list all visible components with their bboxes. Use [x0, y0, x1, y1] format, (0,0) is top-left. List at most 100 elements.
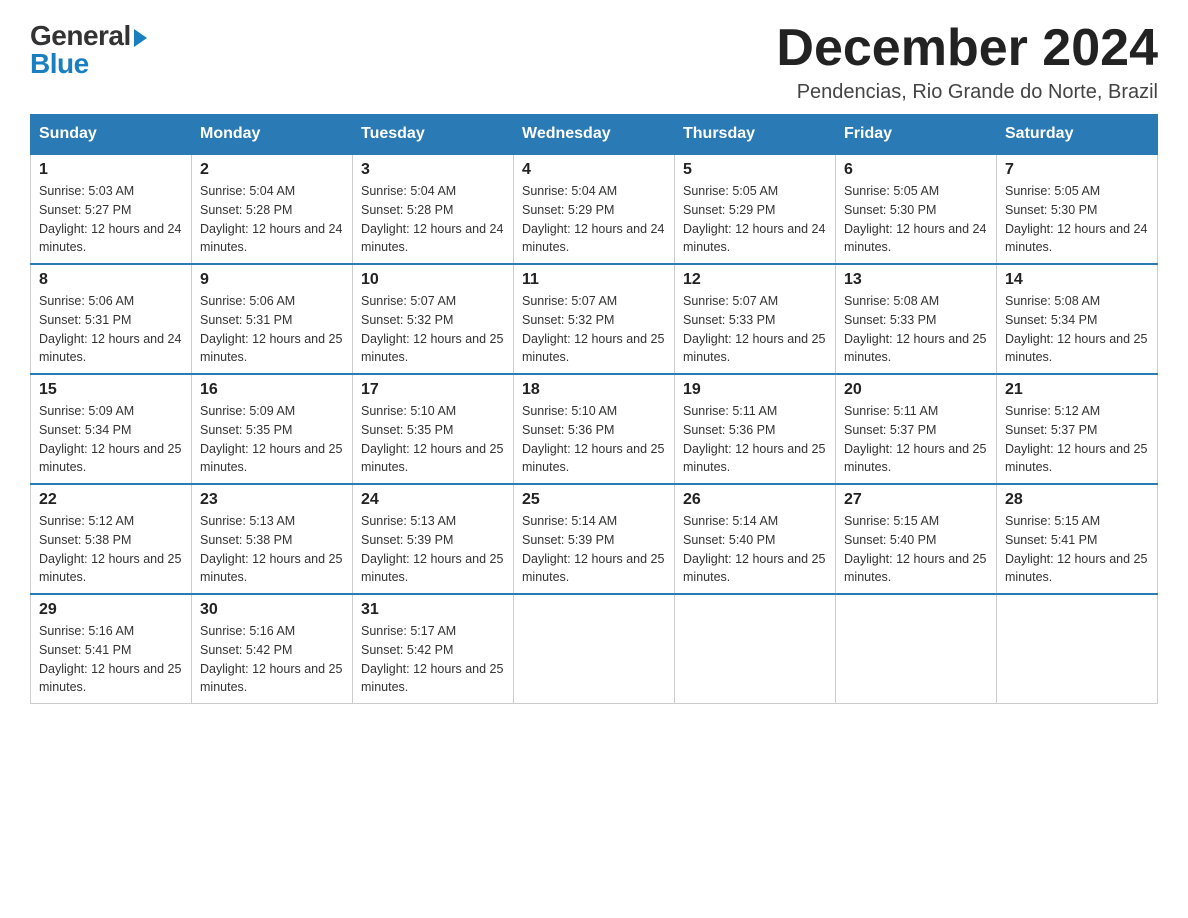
day-info: Sunrise: 5:11 AMSunset: 5:37 PMDaylight:…	[844, 402, 988, 477]
calendar-cell: 13 Sunrise: 5:08 AMSunset: 5:33 PMDayligh…	[836, 264, 997, 374]
calendar-week-row: 22 Sunrise: 5:12 AMSunset: 5:38 PMDayligh…	[31, 484, 1158, 594]
calendar-cell: 26 Sunrise: 5:14 AMSunset: 5:40 PMDayligh…	[675, 484, 836, 594]
title-section: December 2024 Pendencias, Rio Grande do …	[776, 20, 1158, 104]
day-number: 15	[39, 381, 183, 399]
day-number: 1	[39, 161, 183, 179]
day-info: Sunrise: 5:04 AMSunset: 5:28 PMDaylight:…	[361, 182, 505, 257]
location-title: Pendencias, Rio Grande do Norte, Brazil	[776, 81, 1158, 104]
header-saturday: Saturday	[997, 115, 1158, 155]
day-info: Sunrise: 5:12 AMSunset: 5:38 PMDaylight:…	[39, 512, 183, 587]
calendar-table: SundayMondayTuesdayWednesdayThursdayFrid…	[30, 114, 1158, 704]
header-tuesday: Tuesday	[353, 115, 514, 155]
logo-blue-text: Blue	[30, 48, 89, 80]
calendar-cell: 19Sunrise: 5:11 AMSunset: 5:36 PMDayligh…	[675, 374, 836, 484]
calendar-cell: 8 Sunrise: 5:06 AMSunset: 5:31 PMDaylight…	[31, 264, 192, 374]
day-info: Sunrise: 5:08 AMSunset: 5:33 PMDaylight:…	[844, 292, 988, 367]
month-title: December 2024	[776, 20, 1158, 77]
day-number: 7	[1005, 161, 1149, 179]
calendar-cell	[836, 594, 997, 704]
calendar-week-row: 8 Sunrise: 5:06 AMSunset: 5:31 PMDaylight…	[31, 264, 1158, 374]
calendar-cell: 14Sunrise: 5:08 AMSunset: 5:34 PMDayligh…	[997, 264, 1158, 374]
day-info: Sunrise: 5:13 AMSunset: 5:39 PMDaylight:…	[361, 512, 505, 587]
day-number: 3	[361, 161, 505, 179]
day-number: 5	[683, 161, 827, 179]
day-number: 21	[1005, 381, 1149, 399]
day-number: 6	[844, 161, 988, 179]
day-number: 22	[39, 491, 183, 509]
day-info: Sunrise: 5:16 AMSunset: 5:42 PMDaylight:…	[200, 622, 344, 697]
day-info: Sunrise: 5:06 AMSunset: 5:31 PMDaylight:…	[39, 292, 183, 367]
day-info: Sunrise: 5:09 AMSunset: 5:35 PMDaylight:…	[200, 402, 344, 477]
calendar-cell: 15 Sunrise: 5:09 AMSunset: 5:34 PMDayligh…	[31, 374, 192, 484]
header-sunday: Sunday	[31, 115, 192, 155]
calendar-cell: 11 Sunrise: 5:07 AMSunset: 5:32 PMDayligh…	[514, 264, 675, 374]
day-info: Sunrise: 5:05 AMSunset: 5:30 PMDaylight:…	[1005, 182, 1149, 257]
day-info: Sunrise: 5:05 AMSunset: 5:29 PMDaylight:…	[683, 182, 827, 257]
day-number: 14	[1005, 271, 1149, 289]
header-wednesday: Wednesday	[514, 115, 675, 155]
day-number: 4	[522, 161, 666, 179]
day-info: Sunrise: 5:15 AMSunset: 5:41 PMDaylight:…	[1005, 512, 1149, 587]
calendar-cell: 24 Sunrise: 5:13 AMSunset: 5:39 PMDayligh…	[353, 484, 514, 594]
calendar-cell: 12 Sunrise: 5:07 AMSunset: 5:33 PMDayligh…	[675, 264, 836, 374]
calendar-cell: 2Sunrise: 5:04 AMSunset: 5:28 PMDaylight…	[192, 154, 353, 264]
day-number: 11	[522, 271, 666, 289]
day-number: 20	[844, 381, 988, 399]
calendar-cell: 30Sunrise: 5:16 AMSunset: 5:42 PMDayligh…	[192, 594, 353, 704]
day-info: Sunrise: 5:15 AMSunset: 5:40 PMDaylight:…	[844, 512, 988, 587]
day-number: 26	[683, 491, 827, 509]
calendar-week-row: 1 Sunrise: 5:03 AMSunset: 5:27 PMDaylight…	[31, 154, 1158, 264]
calendar-cell: 29 Sunrise: 5:16 AMSunset: 5:41 PMDayligh…	[31, 594, 192, 704]
day-number: 13	[844, 271, 988, 289]
day-info: Sunrise: 5:14 AMSunset: 5:40 PMDaylight:…	[683, 512, 827, 587]
calendar-cell: 7 Sunrise: 5:05 AMSunset: 5:30 PMDaylight…	[997, 154, 1158, 264]
header-monday: Monday	[192, 115, 353, 155]
day-info: Sunrise: 5:06 AMSunset: 5:31 PMDaylight:…	[200, 292, 344, 367]
calendar-cell: 23 Sunrise: 5:13 AMSunset: 5:38 PMDayligh…	[192, 484, 353, 594]
day-number: 31	[361, 601, 505, 619]
calendar-cell	[997, 594, 1158, 704]
day-number: 12	[683, 271, 827, 289]
day-number: 19	[683, 381, 827, 399]
page-header: General Blue December 2024 Pendencias, R…	[30, 20, 1158, 104]
calendar-cell: 22 Sunrise: 5:12 AMSunset: 5:38 PMDayligh…	[31, 484, 192, 594]
calendar-cell: 21 Sunrise: 5:12 AMSunset: 5:37 PMDayligh…	[997, 374, 1158, 484]
calendar-cell: 18 Sunrise: 5:10 AMSunset: 5:36 PMDayligh…	[514, 374, 675, 484]
day-number: 8	[39, 271, 183, 289]
calendar-cell: 9Sunrise: 5:06 AMSunset: 5:31 PMDaylight…	[192, 264, 353, 374]
day-info: Sunrise: 5:10 AMSunset: 5:35 PMDaylight:…	[361, 402, 505, 477]
header-friday: Friday	[836, 115, 997, 155]
day-info: Sunrise: 5:07 AMSunset: 5:32 PMDaylight:…	[361, 292, 505, 367]
calendar-cell: 31Sunrise: 5:17 AMSunset: 5:42 PMDayligh…	[353, 594, 514, 704]
day-info: Sunrise: 5:04 AMSunset: 5:28 PMDaylight:…	[200, 182, 344, 257]
day-info: Sunrise: 5:03 AMSunset: 5:27 PMDaylight:…	[39, 182, 183, 257]
day-number: 28	[1005, 491, 1149, 509]
day-info: Sunrise: 5:12 AMSunset: 5:37 PMDaylight:…	[1005, 402, 1149, 477]
day-number: 24	[361, 491, 505, 509]
calendar-cell: 25 Sunrise: 5:14 AMSunset: 5:39 PMDayligh…	[514, 484, 675, 594]
calendar-cell: 6Sunrise: 5:05 AMSunset: 5:30 PMDaylight…	[836, 154, 997, 264]
calendar-cell: 10Sunrise: 5:07 AMSunset: 5:32 PMDayligh…	[353, 264, 514, 374]
day-number: 18	[522, 381, 666, 399]
calendar-cell: 3 Sunrise: 5:04 AMSunset: 5:28 PMDaylight…	[353, 154, 514, 264]
calendar-cell	[675, 594, 836, 704]
calendar-cell: 20 Sunrise: 5:11 AMSunset: 5:37 PMDayligh…	[836, 374, 997, 484]
day-number: 29	[39, 601, 183, 619]
day-info: Sunrise: 5:09 AMSunset: 5:34 PMDaylight:…	[39, 402, 183, 477]
day-info: Sunrise: 5:07 AMSunset: 5:33 PMDaylight:…	[683, 292, 827, 367]
day-number: 17	[361, 381, 505, 399]
day-number: 23	[200, 491, 344, 509]
day-info: Sunrise: 5:16 AMSunset: 5:41 PMDaylight:…	[39, 622, 183, 697]
calendar-week-row: 15 Sunrise: 5:09 AMSunset: 5:34 PMDayligh…	[31, 374, 1158, 484]
calendar-cell	[514, 594, 675, 704]
logo: General Blue	[30, 20, 147, 80]
day-info: Sunrise: 5:14 AMSunset: 5:39 PMDaylight:…	[522, 512, 666, 587]
calendar-cell: 28 Sunrise: 5:15 AMSunset: 5:41 PMDayligh…	[997, 484, 1158, 594]
calendar-cell: 1 Sunrise: 5:03 AMSunset: 5:27 PMDaylight…	[31, 154, 192, 264]
day-number: 16	[200, 381, 344, 399]
day-number: 25	[522, 491, 666, 509]
day-info: Sunrise: 5:07 AMSunset: 5:32 PMDaylight:…	[522, 292, 666, 367]
day-info: Sunrise: 5:13 AMSunset: 5:38 PMDaylight:…	[200, 512, 344, 587]
calendar-cell: 17 Sunrise: 5:10 AMSunset: 5:35 PMDayligh…	[353, 374, 514, 484]
day-info: Sunrise: 5:10 AMSunset: 5:36 PMDaylight:…	[522, 402, 666, 477]
